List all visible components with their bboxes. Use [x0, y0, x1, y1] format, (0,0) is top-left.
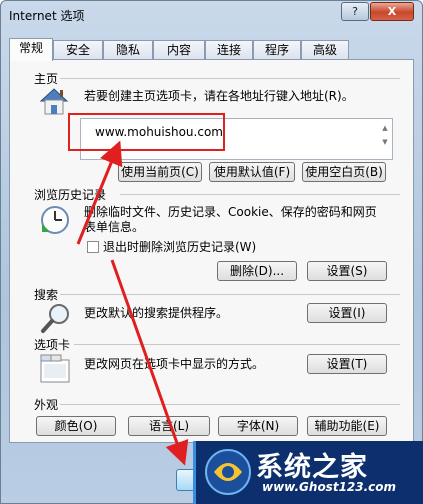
annotation-highlight-box: [68, 113, 225, 151]
section-divider: [60, 404, 400, 405]
magnifier-icon: [41, 304, 69, 333]
section-divider: [60, 294, 400, 295]
history-description-line1: 删除临时文件、历史记录、Cookie、保存的密码和网页: [84, 205, 377, 219]
tab-strip: 常规 安全 隐私 内容 连接 程序 高级: [9, 38, 409, 61]
search-section-title: 搜索: [34, 288, 59, 302]
section-divider: [60, 78, 400, 79]
title-bar: Internet 选项 ? X: [1, 1, 422, 29]
history-section-title: 浏览历史记录: [34, 188, 107, 202]
watermark-banner: 系统之家 www.Ghost123.com: [193, 441, 423, 504]
home-description: 若要创建主页选项卡，请在各地址行键入地址(R)。: [84, 89, 354, 103]
close-button[interactable]: X: [370, 2, 414, 21]
colors-button[interactable]: 颜色(O): [36, 416, 116, 436]
tab-privacy[interactable]: 隐私: [103, 40, 153, 60]
fonts-button[interactable]: 字体(N): [218, 416, 298, 436]
languages-button[interactable]: 语言(L): [128, 416, 210, 436]
use-current-button[interactable]: 使用当前页(C): [118, 162, 202, 182]
section-divider: [120, 194, 400, 195]
tabs-description: 更改网页在选项卡中显示的方式。: [84, 357, 265, 371]
use-default-button[interactable]: 使用默认值(F): [209, 162, 295, 182]
general-tab-panel: 主页 若要创建主页选项卡，请在各地址行键入地址(R)。 www.mohuisho…: [9, 59, 414, 443]
tab-security[interactable]: 安全: [53, 40, 103, 60]
delete-on-exit-checkbox[interactable]: [87, 241, 99, 253]
watermark-logo-icon: [205, 449, 251, 495]
window-title: Internet 选项: [9, 9, 85, 23]
history-settings-button[interactable]: 设置(S): [307, 261, 387, 281]
appearance-section-title: 外观: [34, 398, 59, 412]
search-description: 更改默认的搜索提供程序。: [84, 306, 229, 320]
search-settings-button[interactable]: 设置(I): [307, 303, 387, 323]
house-icon: [39, 88, 69, 115]
delete-history-button[interactable]: 删除(D)...: [217, 261, 297, 281]
history-clock-icon: [41, 206, 69, 234]
accessibility-button[interactable]: 辅助功能(E): [307, 416, 387, 436]
tabs-window-icon: [40, 354, 70, 383]
delete-on-exit-label: 退出时删除浏览历史记录(W): [103, 240, 257, 254]
tabs-settings-button[interactable]: 设置(T): [307, 354, 387, 374]
watermark-title: 系统之家: [256, 452, 368, 483]
tab-programs[interactable]: 程序: [253, 40, 301, 60]
help-button[interactable]: ?: [341, 2, 369, 21]
section-divider: [74, 344, 400, 345]
watermark-url: www.Ghost123.com: [262, 480, 397, 494]
home-section-title: 主页: [34, 72, 59, 86]
tab-content[interactable]: 内容: [153, 40, 205, 60]
tab-general[interactable]: 常规: [9, 38, 53, 61]
tab-connections[interactable]: 连接: [205, 40, 253, 60]
internet-options-window: Internet 选项 ? X 常规 安全 隐私 内容 连接 程序 高级 主页 …: [0, 0, 423, 504]
history-description-line2: 表单信息。: [84, 220, 145, 234]
use-blank-button[interactable]: 使用空白页(B): [302, 162, 386, 182]
textarea-scrollbar[interactable]: ▲ ▼: [380, 121, 390, 157]
tab-advanced[interactable]: 高级: [301, 40, 349, 60]
tabs-section-title: 选项卡: [34, 338, 71, 352]
